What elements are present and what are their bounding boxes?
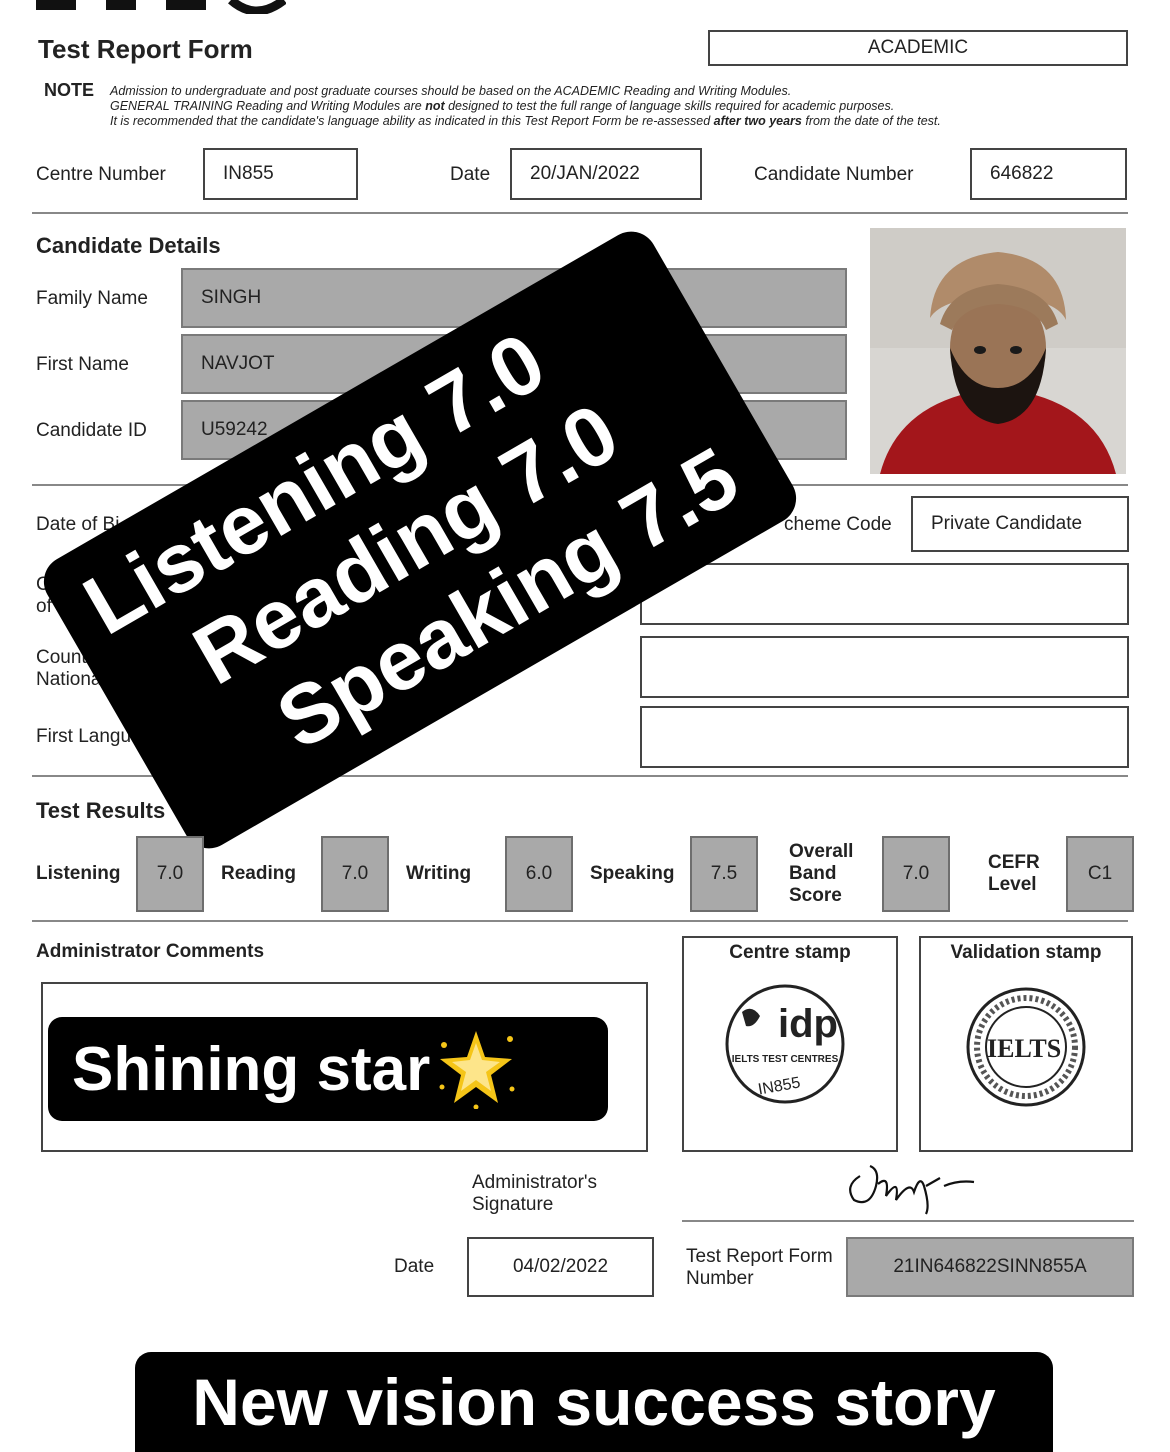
country-origin-field xyxy=(640,563,1129,625)
issue-date-field: 04/02/2022 xyxy=(467,1237,654,1297)
listening-label: Listening xyxy=(36,863,121,884)
comment-sticker-text: Shining star xyxy=(72,1034,431,1104)
candidate-details-title: Candidate Details xyxy=(36,233,221,258)
note-label: NOTE xyxy=(44,80,95,100)
validation-stamp-label: Validation stamp xyxy=(950,942,1102,963)
scheme-code-label: cheme Code xyxy=(784,514,892,535)
date-label: Date xyxy=(450,164,491,185)
divider xyxy=(32,212,1128,214)
speaking-score: 7.5 xyxy=(690,836,758,912)
module-value: ACADEMIC xyxy=(867,37,969,58)
first-language-field xyxy=(640,706,1129,768)
module-field: ACADEMIC xyxy=(708,30,1128,66)
first-name-label: First Name xyxy=(36,354,129,375)
candidate-number-label: Candidate Number xyxy=(754,164,914,185)
cefr-score: C1 xyxy=(1066,836,1134,912)
cefr-label: CEFR Level xyxy=(988,852,1040,895)
note-line-3: It is recommended that the candidate's l… xyxy=(110,114,941,128)
candidate-id-label: Candidate ID xyxy=(36,420,147,441)
divider xyxy=(32,920,1128,922)
overall-score: 7.0 xyxy=(882,836,950,912)
trf-number-label: Test Report Form Number xyxy=(686,1246,833,1289)
footer-banner: New vision success story xyxy=(135,1352,1053,1452)
family-name-label: Family Name xyxy=(36,288,148,309)
overall-label: Overall Band Score xyxy=(789,841,854,906)
admin-comments-label: Administrator Comments xyxy=(36,941,265,962)
issue-date-label: Date xyxy=(394,1256,435,1277)
writing-score: 6.0 xyxy=(505,836,573,912)
writing-label: Writing xyxy=(406,863,472,884)
signature-line xyxy=(682,1220,1134,1222)
note-line-1: Admission to undergraduate and post grad… xyxy=(110,84,792,98)
reading-score: 7.0 xyxy=(321,836,389,912)
ielts-seal-text: IELTS xyxy=(987,1034,1062,1063)
trf-number-field: 21IN646822SINN855A xyxy=(846,1237,1134,1297)
centre-number-field: IN855 xyxy=(203,148,358,200)
top-logo-fragment xyxy=(36,0,287,16)
speaking-label: Speaking xyxy=(590,863,675,884)
idp-logo: idp xyxy=(778,1002,838,1046)
scheme-code-field: Private Candidate xyxy=(911,496,1129,552)
footer-banner-text: New vision success story xyxy=(192,1365,996,1439)
handwritten-signature xyxy=(840,1156,980,1218)
idp-caption: IELTS TEST CENTRES xyxy=(731,1054,839,1065)
country-nationality-field xyxy=(640,636,1129,698)
test-results-title: Test Results xyxy=(36,798,166,823)
note-line-2: GENERAL TRAINING Reading and Writing Mod… xyxy=(110,99,895,113)
form-title: Test Report Form xyxy=(38,34,253,64)
candidate-photo xyxy=(870,228,1126,474)
centre-number-label: Centre Number xyxy=(36,164,166,185)
comment-sticker: Shining star xyxy=(48,1017,608,1121)
sparkle-star-icon xyxy=(434,1025,518,1114)
centre-stamp-label: Centre stamp xyxy=(729,942,851,963)
signature-label: Administrator's Signature xyxy=(472,1172,598,1215)
reading-label: Reading xyxy=(221,863,296,884)
listening-score: 7.0 xyxy=(136,836,204,912)
candidate-number-field: 646822 xyxy=(970,148,1127,200)
date-field: 20/JAN/2022 xyxy=(510,148,702,200)
